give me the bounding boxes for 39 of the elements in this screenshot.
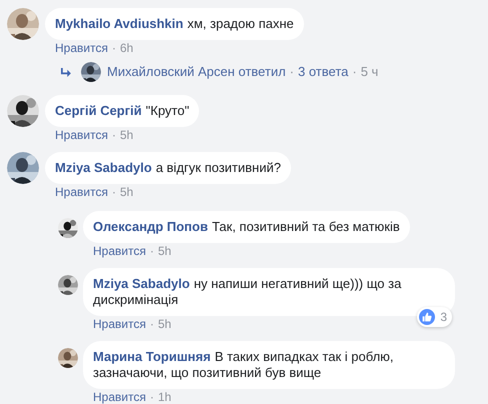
author-link[interactable]: Марина Торишняя	[93, 349, 211, 364]
comment-text: Сергій Сергій "Круто"	[55, 103, 190, 118]
separator-dot: ·	[112, 40, 116, 56]
comment-text: Олександр Попов Так, позитивний та без матюків	[93, 219, 400, 234]
comment-text: Mykhailo Avdiushkin хм, зрадою пахне	[55, 16, 294, 31]
author-link[interactable]: Mziya Sabadylo	[55, 160, 152, 175]
separator-dot: ·	[290, 64, 294, 80]
separator-dot: ·	[150, 389, 154, 404]
author-link[interactable]: Mziya Sabadylo	[93, 276, 190, 291]
separator-dot: ·	[352, 64, 357, 80]
timestamp: 1h	[158, 389, 172, 404]
separator-dot: ·	[112, 184, 116, 200]
author-link[interactable]: Mykhailo Avdiushkin	[55, 16, 184, 31]
author-link[interactable]: Сергій Сергій	[55, 103, 142, 118]
separator-dot: ·	[150, 243, 154, 259]
reaction-badge[interactable]: 3	[417, 307, 452, 327]
separator-dot: ·	[150, 316, 154, 332]
timestamp: 5h	[158, 243, 172, 259]
like-link[interactable]: Нравится	[55, 40, 108, 56]
like-link[interactable]: Нравится	[93, 316, 146, 332]
comment-text: Mziya Sabadylo ну напиши негативний ще))) що за дискримінація	[93, 276, 402, 307]
timestamp: 5 ч	[360, 64, 378, 80]
timestamp: 5h	[120, 127, 134, 143]
reaction-count: 3	[440, 309, 447, 325]
like-link[interactable]: Нравится	[55, 127, 108, 143]
like-link[interactable]: Нравится	[93, 243, 146, 259]
timestamp: 6h	[120, 40, 134, 56]
like-link[interactable]: Нравится	[55, 184, 108, 200]
comment-text: Марина Торишняя В таких випадках так і роблю, зазначаючи, що позитивний був вище	[93, 349, 394, 380]
comment-text: Mziya Sabadylo а відгук позитивний?	[55, 160, 281, 175]
like-link[interactable]: Нравится	[93, 389, 146, 404]
separator-dot: ·	[112, 127, 116, 143]
reply-arrow-icon	[60, 68, 71, 76]
replies-count-link[interactable]: 3 ответа	[298, 64, 348, 80]
timestamp: 5h	[158, 316, 172, 332]
like-icon	[419, 309, 436, 325]
author-link[interactable]: Олександр Попов	[93, 219, 208, 234]
timestamp: 5h	[120, 184, 134, 200]
replies-link[interactable]: Михайловский Арсен ответил	[107, 64, 286, 80]
